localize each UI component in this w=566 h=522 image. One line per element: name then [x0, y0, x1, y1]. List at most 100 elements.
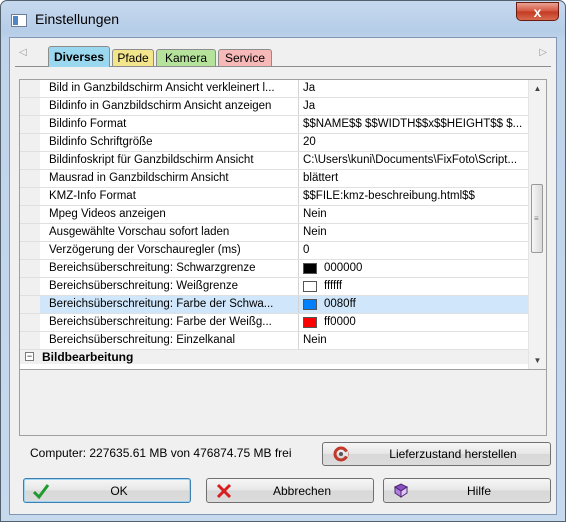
tab-service[interactable]: Service	[218, 49, 272, 66]
property-value[interactable]: 20	[303, 136, 529, 148]
cancel-button[interactable]: Abbrechen	[206, 478, 374, 503]
row-gutter	[20, 242, 40, 259]
property-value[interactable]: $$NAME$$ $$WIDTH$$x$$HEIGHT$$ $...	[303, 118, 529, 130]
property-row[interactable]: Verzögerung der Vorschauregler (ms) 0	[20, 242, 531, 260]
help-book-icon	[394, 483, 408, 498]
row-gutter	[20, 314, 40, 331]
vertical-scrollbar[interactable]: ▲ ≡ ▼	[528, 80, 546, 369]
property-row[interactable]: Bild in Ganzbildschirm Ansicht verkleine…	[20, 80, 531, 98]
reset-icon	[333, 446, 349, 462]
property-name: Bild in Ganzbildschirm Ansicht verkleine…	[49, 82, 275, 94]
description-panel	[19, 370, 547, 436]
column-separator[interactable]	[298, 116, 299, 133]
property-name: Bereichsüberschreitung: Farbe der Schwa.…	[49, 298, 274, 310]
row-gutter	[20, 278, 40, 295]
property-name: KMZ-Info Format	[49, 190, 136, 202]
property-row[interactable]: Bereichsüberschreitung: Farbe der Weißg.…	[20, 314, 531, 332]
property-row[interactable]: Bereichsüberschreitung: Schwarzgrenze 000…	[20, 260, 531, 278]
color-swatch[interactable]	[303, 299, 317, 310]
close-button[interactable]: x	[516, 2, 559, 21]
settings-dialog: Einstellungen x ◁ Diverses Pfade Kamera Ser…	[0, 0, 566, 522]
property-row[interactable]: Bereichsüberschreitung: Weißgrenze ffffff	[20, 278, 531, 296]
column-separator[interactable]	[298, 332, 299, 349]
disk-space-status: Computer: 227635.61 MB von 476874.75 MB …	[30, 446, 292, 460]
column-separator[interactable]	[298, 278, 299, 295]
ok-label: OK	[110, 484, 128, 498]
color-swatch[interactable]	[303, 317, 317, 328]
dialog-body: ◁ Diverses Pfade Kamera Service ▷ Bild in G…	[9, 37, 557, 515]
property-name: Verzögerung der Vorschauregler (ms)	[49, 244, 241, 256]
property-name: Mausrad in Ganzbildschirm Ansicht	[49, 172, 229, 184]
property-name: Bereichsüberschreitung: Weißgrenze	[49, 280, 238, 292]
property-row[interactable]: Mausrad in Ganzbildschirm Ansicht blätter…	[20, 170, 531, 188]
tab-pfade[interactable]: Pfade	[112, 49, 154, 66]
property-value[interactable]: $$FILE:kmz-beschreibung.html$$	[303, 190, 529, 202]
property-name: Bildinfo Format	[49, 118, 127, 130]
property-value[interactable]: Nein	[303, 226, 529, 238]
property-value[interactable]: 000000	[324, 262, 546, 274]
property-value[interactable]: 0080ff	[324, 298, 546, 310]
help-button[interactable]: Hilfe	[383, 478, 551, 503]
tab-scroll-right-icon[interactable]: ▷	[539, 47, 547, 58]
property-value[interactable]: blättert	[303, 172, 529, 184]
tab-strip: ◁ Diverses Pfade Kamera Service ▷	[15, 44, 551, 67]
column-separator[interactable]	[298, 206, 299, 223]
scroll-down-icon[interactable]: ▼	[529, 352, 546, 369]
column-separator[interactable]	[298, 170, 299, 187]
property-name: Bereichsüberschreitung: Farbe der Weißg.…	[49, 316, 272, 328]
column-separator[interactable]	[298, 80, 299, 97]
ok-button[interactable]: OK	[23, 478, 191, 503]
column-separator[interactable]	[298, 134, 299, 151]
column-separator[interactable]	[298, 98, 299, 115]
window-title: Einstellungen	[35, 11, 120, 27]
title-bar[interactable]: Einstellungen x	[1, 1, 565, 37]
property-row[interactable]: Mpeg Videos anzeigen Nein	[20, 206, 531, 224]
column-separator[interactable]	[298, 296, 299, 313]
property-row[interactable]: KMZ-Info Format $$FILE:kmz-beschreibung.h…	[20, 188, 531, 206]
property-row[interactable]: Bereichsüberschreitung: Farbe der Schwa.…	[20, 296, 531, 314]
property-row[interactable]: Bildinfo Format $$NAME$$ $$WIDTH$$x$$HEIG…	[20, 116, 531, 134]
column-separator[interactable]	[298, 188, 299, 205]
row-gutter	[20, 332, 40, 349]
column-separator[interactable]	[298, 152, 299, 169]
category-label: Bildbearbeitung	[42, 350, 134, 364]
property-row[interactable]: Ausgewählte Vorschau sofort laden Nein	[20, 224, 531, 242]
property-value[interactable]: ff0000	[324, 316, 546, 328]
color-swatch[interactable]	[303, 263, 317, 274]
scrollbar-thumb[interactable]: ≡	[531, 184, 543, 253]
property-value[interactable]: Ja	[303, 82, 529, 94]
tab-diverses[interactable]: Diverses	[48, 46, 110, 67]
column-separator[interactable]	[298, 242, 299, 259]
column-separator[interactable]	[298, 260, 299, 277]
row-gutter	[20, 80, 40, 97]
row-gutter	[20, 98, 40, 115]
window-icon	[11, 14, 27, 27]
tab-scroll-left-icon[interactable]: ◁	[19, 47, 27, 58]
property-value[interactable]: 0	[303, 244, 529, 256]
property-row[interactable]: Bildinfoskript für Ganzbildschirm Ansich…	[20, 152, 531, 170]
column-separator[interactable]	[298, 314, 299, 331]
cancel-label: Abbrechen	[272, 484, 332, 498]
scroll-up-icon[interactable]: ▲	[529, 80, 546, 97]
property-value[interactable]: ffffff	[324, 280, 546, 292]
property-value[interactable]: Nein	[303, 334, 529, 346]
color-swatch[interactable]	[303, 281, 317, 292]
cancel-x-icon	[216, 483, 232, 499]
row-gutter	[20, 152, 40, 169]
category-bildbearbeitung[interactable]: − Bildbearbeitung	[20, 350, 531, 364]
row-gutter	[20, 134, 40, 151]
property-row[interactable]: Bereichsüberschreitung: Einzelkanal Nein	[20, 332, 531, 350]
property-row[interactable]: Bildinfo Schriftgröße 20	[20, 134, 531, 152]
column-separator[interactable]	[298, 224, 299, 241]
tab-kamera[interactable]: Kamera	[156, 49, 216, 66]
property-name: Bereichsüberschreitung: Schwarzgrenze	[49, 262, 256, 274]
property-row[interactable]: Bildinfo in Ganzbildschirm Ansicht anzei…	[20, 98, 531, 116]
property-name: Bildinfo in Ganzbildschirm Ansicht anzei…	[49, 100, 272, 112]
property-name: Bildinfoskript für Ganzbildschirm Ansich…	[49, 154, 254, 166]
row-gutter	[20, 260, 40, 277]
reset-defaults-button[interactable]: Lieferzustand herstellen	[322, 442, 551, 466]
property-value[interactable]: C:\Users\kuni\Documents\FixFoto\Script..…	[303, 154, 529, 166]
collapse-toggle-icon[interactable]: −	[25, 352, 34, 361]
property-value[interactable]: Nein	[303, 208, 529, 220]
property-value[interactable]: Ja	[303, 100, 529, 112]
